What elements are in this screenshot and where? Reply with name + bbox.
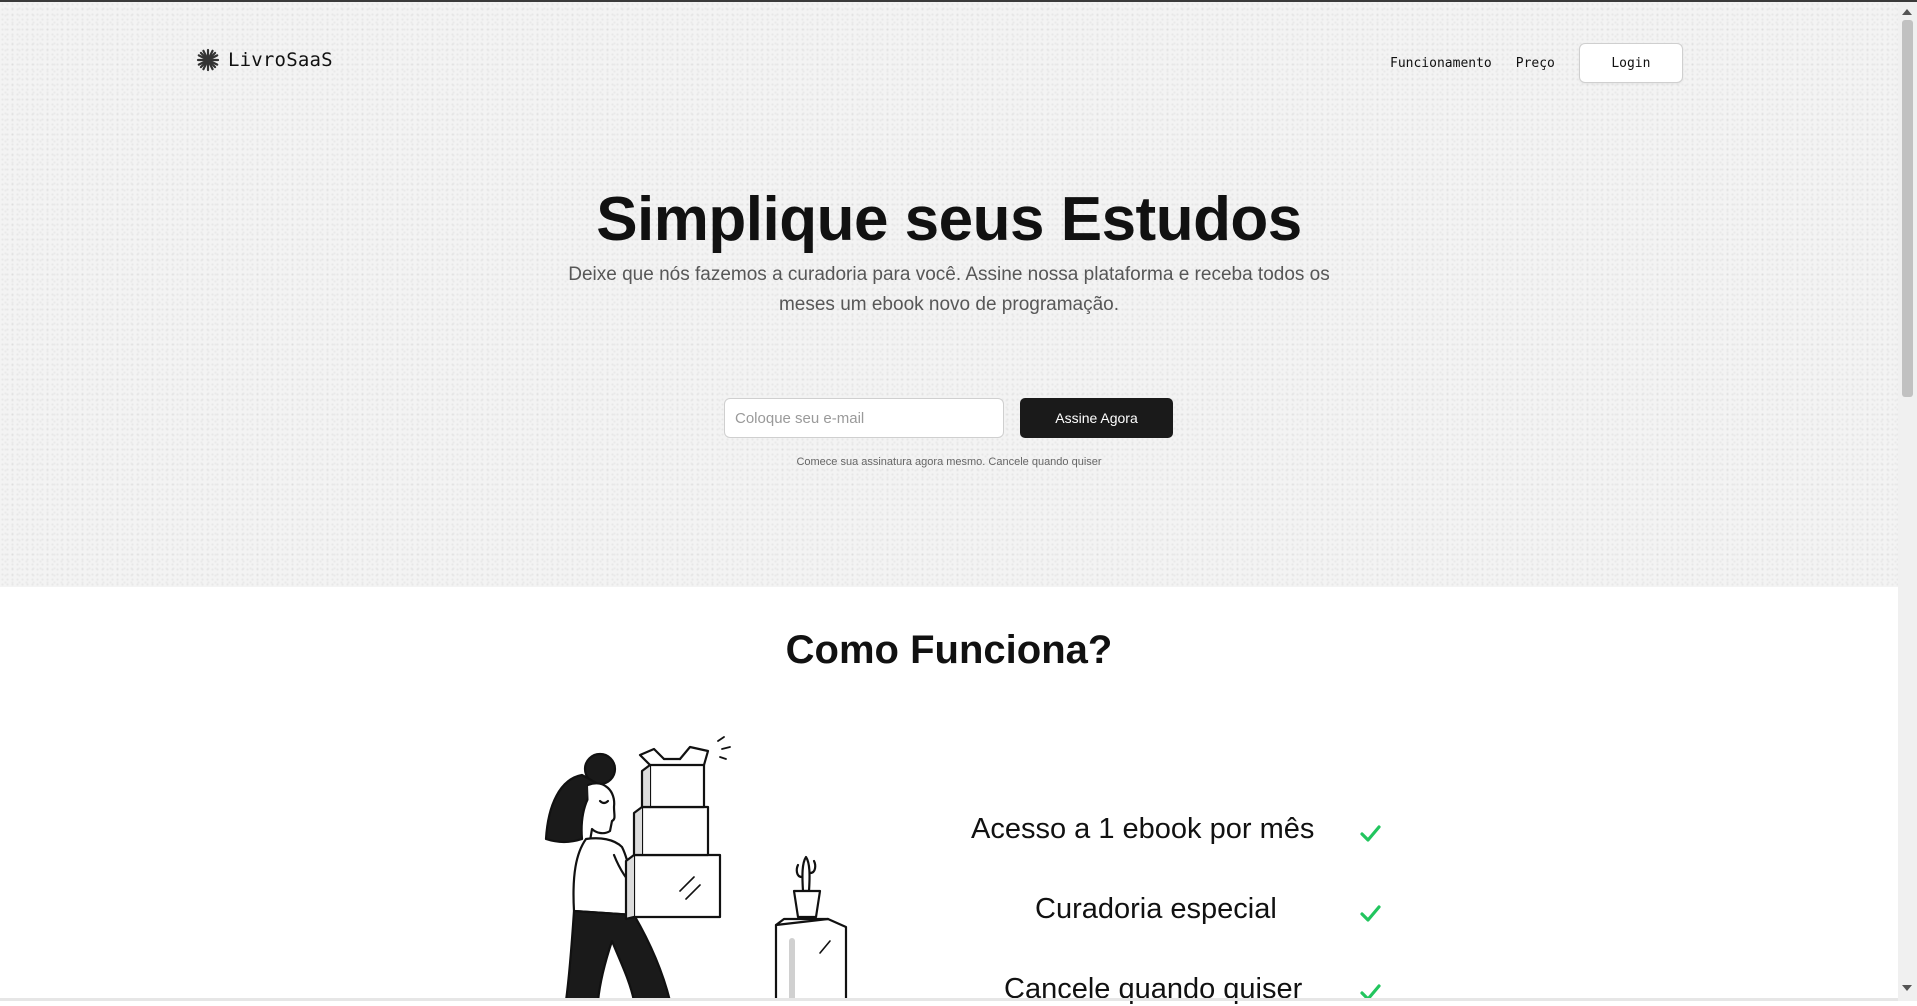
how-it-works-title: Como Funciona?: [785, 628, 1113, 672]
nav-link-preco[interactable]: Preço: [1516, 56, 1555, 71]
scroll-up-arrow-icon[interactable]: [1902, 9, 1912, 15]
nav-link-funcionamento[interactable]: Funcionamento: [1390, 56, 1492, 71]
asterisk-burst-icon: [196, 48, 220, 72]
check-icon: [1360, 825, 1381, 842]
feature-label: Cancele quando quiser: [1004, 973, 1303, 1005]
top-nav: Funcionamento Preço Login: [1390, 43, 1683, 83]
hero-section: LivroSaaS Funcionamento Preço Login Simp…: [0, 2, 1898, 587]
hero-title: Simplique seus Estudos: [596, 185, 1302, 254]
signup-fine-print: Comece sua assinatura agora mesmo. Cance…: [796, 456, 1102, 468]
feature-label: Acesso a 1 ebook por mês: [971, 813, 1315, 845]
scrollbar-thumb[interactable]: [1902, 20, 1913, 397]
hero-subtitle: Deixe que nós fazemos a curadoria para v…: [568, 264, 1330, 315]
brand-logo[interactable]: LivroSaaS: [196, 48, 333, 72]
signup-form: Assine Agora: [724, 398, 1173, 438]
email-input[interactable]: [724, 398, 1004, 438]
feature-label: Curadoria especial: [1035, 893, 1277, 925]
login-button[interactable]: Login: [1578, 43, 1683, 83]
brand-name: LivroSaaS: [228, 49, 333, 71]
check-icon: [1360, 905, 1381, 922]
feature-item: Acesso a 1 ebook por mês: [971, 813, 1314, 846]
subscribe-button[interactable]: Assine Agora: [1020, 398, 1173, 438]
scroll-down-arrow-icon[interactable]: [1902, 985, 1912, 991]
woman-carrying-boxes-illustration: [544, 736, 848, 1001]
feature-item: Curadoria especial: [1035, 893, 1277, 926]
feature-item: Cancele quando quiser: [1004, 973, 1302, 1006]
